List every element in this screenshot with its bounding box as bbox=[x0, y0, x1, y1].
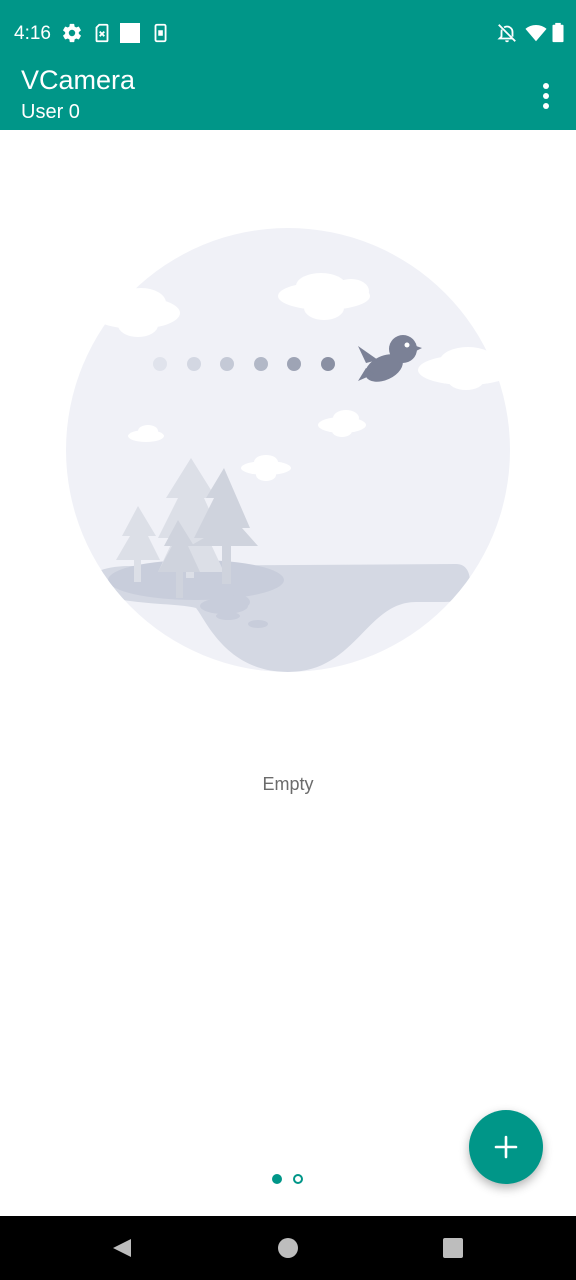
page-indicator bbox=[266, 1172, 310, 1186]
status-time: 4:16 bbox=[14, 23, 51, 44]
overflow-menu-button[interactable] bbox=[530, 80, 562, 112]
page-dot-active[interactable] bbox=[272, 1174, 282, 1184]
home-button[interactable] bbox=[276, 1236, 300, 1260]
app-title: VCamera bbox=[21, 65, 136, 95]
app-bar: VCamera User 0 bbox=[0, 65, 576, 130]
page-dot-inactive[interactable] bbox=[293, 1174, 303, 1184]
add-icon bbox=[494, 1135, 518, 1159]
home-icon bbox=[278, 1238, 298, 1258]
back-icon bbox=[113, 1239, 131, 1257]
empty-state-illustration bbox=[66, 228, 514, 672]
main-content: Empty bbox=[0, 130, 576, 1216]
app-subtitle: User 0 bbox=[21, 101, 80, 123]
notifications-off-icon bbox=[496, 22, 518, 44]
add-button[interactable] bbox=[469, 1110, 543, 1184]
navigation-bar bbox=[0, 1216, 576, 1280]
empty-state-label: Empty bbox=[262, 774, 314, 794]
recents-button[interactable] bbox=[441, 1236, 465, 1260]
battery-icon bbox=[547, 22, 569, 44]
sim-card-icon bbox=[91, 22, 113, 44]
recents-icon bbox=[443, 1238, 463, 1258]
more-vert-icon bbox=[543, 83, 549, 109]
status-bar: 4:16 bbox=[0, 0, 576, 66]
white-square-icon bbox=[120, 22, 142, 44]
back-button[interactable] bbox=[110, 1236, 134, 1260]
settings-icon bbox=[61, 22, 83, 44]
phone-icon bbox=[150, 22, 172, 44]
wifi-icon bbox=[525, 22, 547, 44]
